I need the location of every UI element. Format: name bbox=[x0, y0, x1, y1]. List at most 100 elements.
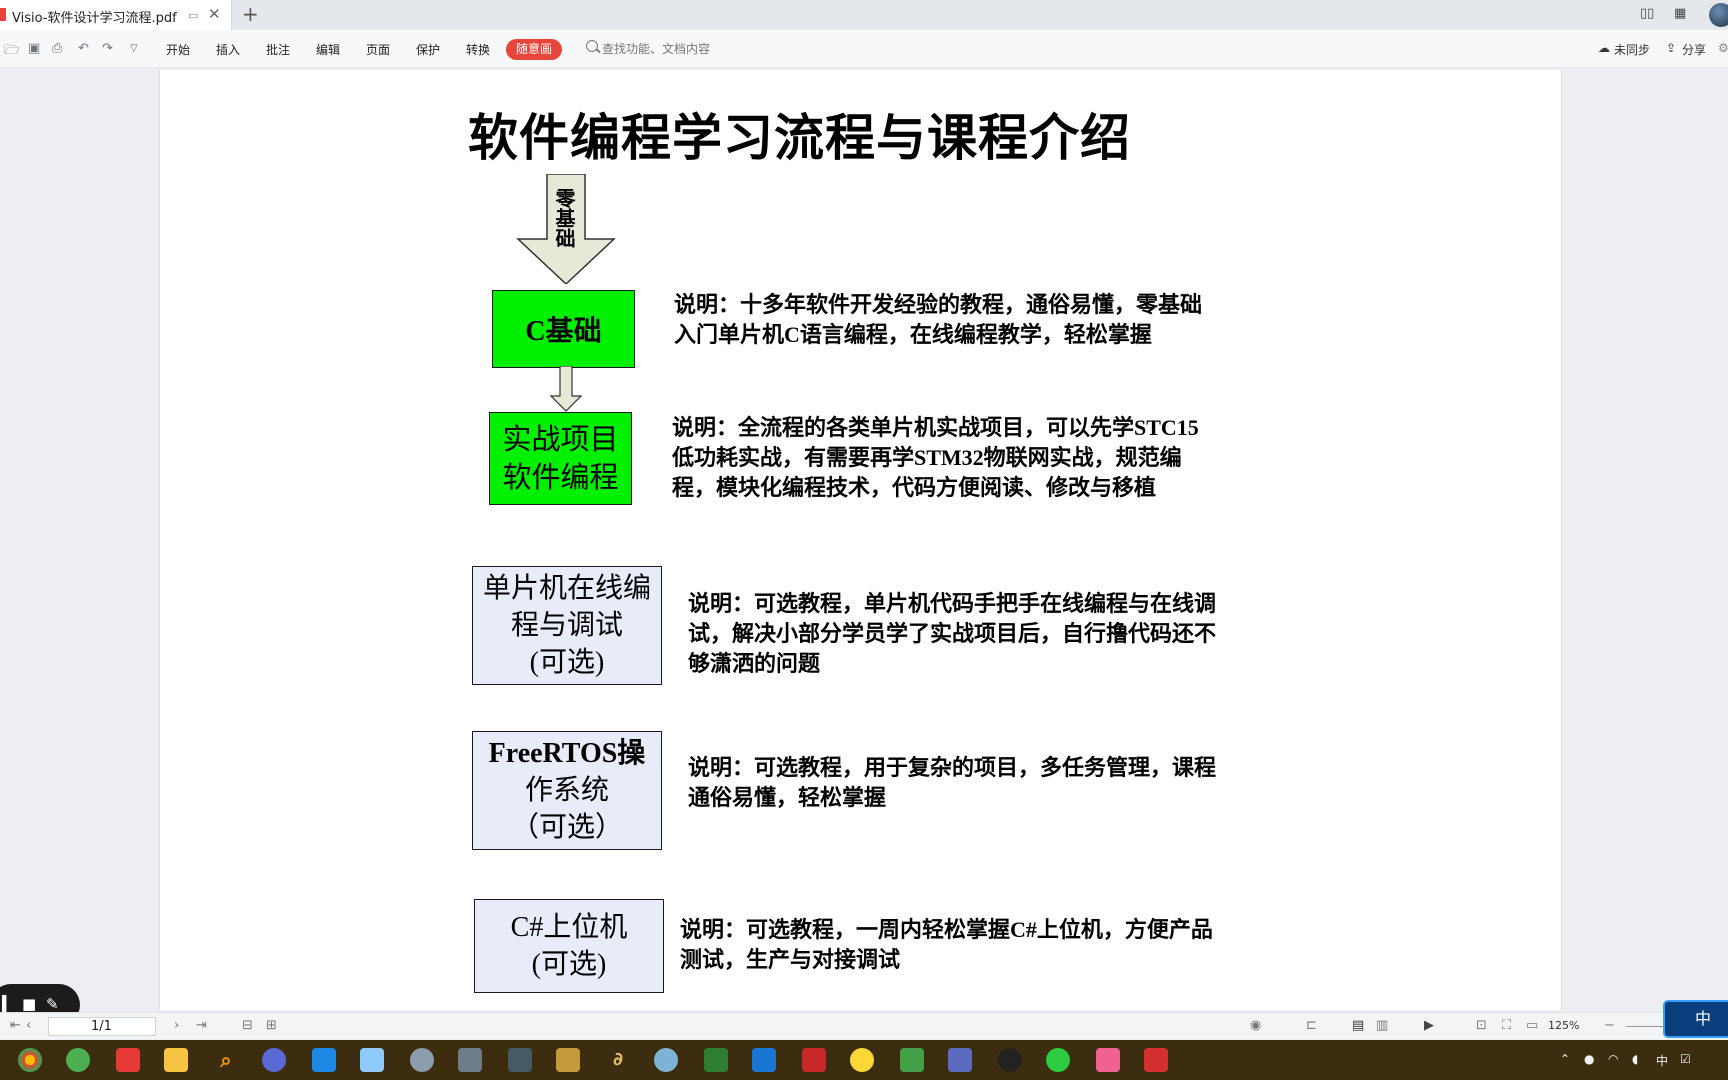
menu-annotate[interactable]: 批注 bbox=[266, 41, 290, 58]
last-page-icon[interactable]: ⇥ bbox=[196, 1018, 207, 1033]
browser-icon[interactable] bbox=[66, 1048, 90, 1072]
settings-icon[interactable]: ⚙ bbox=[1718, 41, 1728, 55]
wps-icon[interactable] bbox=[1144, 1048, 1168, 1072]
prev-page-icon[interactable]: ‹ bbox=[26, 1018, 31, 1033]
share-icon: ⇪ bbox=[1666, 41, 1677, 55]
desc-line: 低功耗实战，有需要再学STM32物联网实战，规范编 bbox=[672, 445, 1182, 470]
document-tab[interactable]: Visio-软件设计学习流程.pdf ▭ ✕ bbox=[0, 0, 232, 30]
new-tab-button[interactable]: + bbox=[242, 2, 259, 26]
disk-icon[interactable] bbox=[654, 1048, 678, 1072]
next-page-icon[interactable]: › bbox=[174, 1018, 179, 1033]
print-icon[interactable]: ⎙ bbox=[52, 41, 62, 56]
quick-access-dropdown-icon[interactable]: ▽ bbox=[130, 43, 138, 54]
chrome-icon[interactable] bbox=[18, 1048, 42, 1072]
fit-width-icon[interactable]: ▭ bbox=[1526, 1018, 1538, 1033]
step-online-debugging: 单片机在线编 程与调试 (可选) bbox=[472, 566, 662, 685]
sync-status[interactable]: 未同步 bbox=[1614, 41, 1650, 58]
circuit-app-icon[interactable] bbox=[508, 1048, 532, 1072]
step-description: 说明：全流程的各类单片机实战项目，可以先学STC15 低功耗实战，有需要再学ST… bbox=[672, 413, 1199, 503]
step-label: (可选) bbox=[529, 647, 605, 678]
step-csharp-host: C#上位机 (可选) bbox=[474, 899, 664, 993]
iqiyi-icon[interactable] bbox=[900, 1048, 924, 1072]
pads-icon[interactable] bbox=[556, 1048, 580, 1072]
image-viewer-icon[interactable] bbox=[360, 1048, 384, 1072]
document-title: 软件编程学习流程与课程介绍 bbox=[468, 108, 1131, 167]
microphone-icon[interactable]: ● bbox=[1584, 1052, 1594, 1066]
user-avatar[interactable] bbox=[1709, 3, 1728, 27]
step-description: 说明：可选教程，用于复杂的项目，多任务管理，课程 通俗易懂，轻松掌握 bbox=[688, 753, 1216, 813]
desc-line: 程，模块化编程技术，代码方便阅读、修改与移植 bbox=[672, 475, 1157, 500]
single-page-icon[interactable]: ▤ bbox=[1352, 1018, 1364, 1033]
building-icon[interactable] bbox=[948, 1048, 972, 1072]
menu-insert[interactable]: 插入 bbox=[216, 41, 240, 58]
qq-icon[interactable] bbox=[998, 1048, 1022, 1072]
step-description: 说明：十多年软件开发经验的教程，通俗易懂，零基础 入门单片机C语言编程，在线编程… bbox=[674, 290, 1202, 350]
wechat-icon[interactable] bbox=[1046, 1048, 1070, 1072]
actual-size-icon[interactable]: ⊡ bbox=[1476, 1018, 1487, 1033]
zoom-out-icon[interactable]: − bbox=[1604, 1018, 1615, 1033]
wifi-icon[interactable]: ◠ bbox=[1608, 1052, 1618, 1066]
stop-icon[interactable]: ■ bbox=[22, 995, 36, 1013]
checkbox-icon[interactable]: ☑ bbox=[1680, 1052, 1691, 1066]
meeting-icon[interactable] bbox=[312, 1048, 336, 1072]
play-icon[interactable]: ▶ bbox=[1424, 1018, 1434, 1033]
pen-icon[interactable]: ✎ bbox=[46, 995, 59, 1013]
desc-line: 试，解决小部分学员学了实战项目后，自行撸代码还不 bbox=[688, 621, 1217, 646]
pen-handle-icon[interactable]: ▍ bbox=[2, 995, 14, 1013]
step-description: 说明：可选教程，单片机代码手把手在线编程与在线调 试，解决小部分学员学了实战项目… bbox=[688, 589, 1216, 679]
fit-right-icon[interactable]: ⊞ bbox=[266, 1018, 277, 1033]
search-app-icon[interactable]: ⌕ bbox=[214, 1048, 238, 1072]
excel-icon[interactable] bbox=[704, 1048, 728, 1072]
share-button[interactable]: 分享 bbox=[1682, 41, 1706, 58]
page-number-input[interactable]: 1/1 bbox=[48, 1017, 156, 1036]
grid-view-icon[interactable]: ▦ bbox=[1674, 6, 1686, 21]
volume-icon[interactable]: ◖ bbox=[1632, 1052, 1638, 1066]
pin-tab-icon[interactable]: ▭ bbox=[188, 9, 198, 22]
zoom-slider[interactable] bbox=[1626, 1026, 1666, 1027]
lala-icon[interactable] bbox=[1096, 1048, 1120, 1072]
step-label: C基础 bbox=[525, 316, 602, 347]
menu-convert[interactable]: 转换 bbox=[466, 41, 490, 58]
ime-indicator[interactable]: 中 bbox=[1663, 1000, 1728, 1038]
file-explorer-icon[interactable] bbox=[164, 1048, 188, 1072]
save-icon[interactable]: ▣ bbox=[28, 41, 40, 56]
circle-app-icon[interactable] bbox=[262, 1048, 286, 1072]
search-input[interactable]: 查找功能、文档内容 bbox=[602, 40, 710, 57]
step-practical-projects: 实战项目 软件编程 bbox=[489, 412, 632, 505]
media-icon[interactable] bbox=[850, 1048, 874, 1072]
close-tab-icon[interactable]: ✕ bbox=[208, 5, 221, 23]
step-c-basics: C基础 bbox=[492, 290, 635, 368]
tool-app-icon[interactable] bbox=[410, 1048, 434, 1072]
dictionary-icon[interactable] bbox=[116, 1048, 140, 1072]
zoom-level[interactable]: 125% bbox=[1548, 1019, 1579, 1032]
eye-protection-icon[interactable]: ◉ bbox=[1250, 1018, 1261, 1033]
tray-expand-icon[interactable]: ⌃ bbox=[1560, 1052, 1570, 1066]
step-freertos: FreeRTOS操 作系统 （可选） bbox=[472, 731, 662, 850]
step-description: 说明：可选教程，一周内轻松掌握C#上位机，方便产品 测试，生产与对接调试 bbox=[680, 915, 1213, 975]
desc-line: 够潇洒的问题 bbox=[688, 651, 821, 676]
arduino-icon[interactable]: ∂ bbox=[606, 1048, 630, 1072]
menu-free-draw[interactable]: 随意画 bbox=[506, 39, 562, 60]
taskbar: ⌕ ∂ ⌃ ● ◠ ◖ 中 ☑ bbox=[0, 1040, 1728, 1080]
search-icon bbox=[586, 40, 598, 52]
menu-edit[interactable]: 编辑 bbox=[316, 41, 340, 58]
wave-icon[interactable] bbox=[802, 1048, 826, 1072]
step-label: C#上位机 bbox=[510, 912, 628, 943]
tray-language[interactable]: 中 bbox=[1656, 1052, 1668, 1069]
fit-page-icon[interactable]: ⛶ bbox=[1502, 1018, 1511, 1033]
undo-icon[interactable]: ↶ bbox=[78, 41, 89, 56]
redo-icon[interactable]: ↷ bbox=[102, 41, 113, 56]
step-label: 软件编程 bbox=[502, 461, 619, 494]
first-page-icon[interactable]: ⇤ bbox=[10, 1018, 21, 1033]
menu-protect[interactable]: 保护 bbox=[416, 41, 440, 58]
double-page-icon[interactable]: ▥ bbox=[1376, 1018, 1388, 1033]
mobaxterm-icon[interactable] bbox=[752, 1048, 776, 1072]
menu-page[interactable]: 页面 bbox=[366, 41, 390, 58]
open-folder-icon[interactable]: 🗁 bbox=[4, 41, 20, 63]
fit-left-icon[interactable]: ⊟ bbox=[242, 1018, 253, 1033]
desc-line: 说明：全流程的各类单片机实战项目，可以先学STC15 bbox=[672, 415, 1199, 440]
page-split-icon[interactable]: ⊏ bbox=[1306, 1018, 1317, 1033]
menu-home[interactable]: 开始 bbox=[166, 41, 190, 58]
settings-app-icon[interactable] bbox=[458, 1048, 482, 1072]
reading-mode-icon[interactable]: ▯▯ bbox=[1640, 6, 1654, 21]
